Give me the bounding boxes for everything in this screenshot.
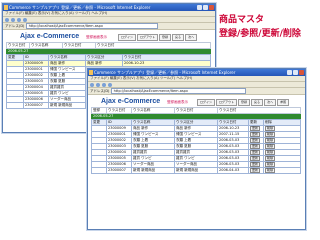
address-bar: アドレス(D) http://localhost/AjaxEcommerce/I… — [3, 23, 215, 30]
page-subtitle: 登録画面表示 — [167, 100, 188, 104]
table-row: 23000007 新規 新規商品 新規 新規商品 2006-04-03 更新 削除 — [91, 167, 301, 174]
update-button[interactable]: 更新 — [250, 132, 261, 137]
table-row: 23000006 ソーダー商品 ソーダー商品 2006-03-03 更新 削除 — [91, 161, 301, 168]
back-icon[interactable] — [5, 18, 9, 22]
back-icon[interactable] — [90, 83, 94, 87]
update-cell: 更新 — [248, 167, 264, 174]
update-button[interactable]: 更新 — [250, 126, 261, 131]
address-input[interactable]: http://localhost/AjaxEcommerce/Item.aspx — [25, 23, 158, 29]
nav-button[interactable]: ログアウト — [216, 99, 238, 106]
forward-icon[interactable] — [96, 83, 100, 87]
row-select-cell[interactable] — [91, 167, 107, 174]
home-icon[interactable] — [23, 18, 27, 22]
search-cell[interactable]: ウラス日付 — [6, 42, 30, 49]
search-cell[interactable]: ウラス日付 — [174, 107, 218, 114]
minimize-icon[interactable] — [197, 5, 202, 10]
nav-button[interactable]: ログイン — [118, 34, 137, 41]
row-select-cell[interactable] — [6, 102, 24, 109]
home-icon[interactable] — [108, 83, 112, 87]
delete-button[interactable]: 削除 — [265, 162, 276, 167]
address-input[interactable]: http://localhost/AjaxEcommerce/Item.aspx — [110, 88, 246, 94]
search-cell[interactable]: ウラス日付 — [62, 42, 96, 49]
caption-title: 商品マスタ — [219, 15, 265, 25]
forward-icon[interactable] — [11, 18, 15, 22]
item-table: 変更 ID ウラス名称 ウラス区分 ウラス日付 更新 削除 23000009 商品… — [91, 119, 301, 174]
window-title: Commerce サンプルアプリ 登録／更新／参照 - Microsoft In… — [94, 70, 236, 75]
nav-button[interactable]: 登録 — [238, 99, 251, 106]
app-header: Ajax e-Commerce 登録画面表示 ログイン ログアウト 登録 戻る … — [91, 97, 302, 107]
refresh-icon[interactable] — [17, 18, 21, 22]
search-row: 登録 ウラス日付 ウラス名称 ウラス日付 ウラス日付 — [91, 107, 301, 114]
maximize-icon[interactable] — [203, 5, 208, 10]
nav-button[interactable]: 戻る — [172, 34, 185, 41]
nav-button[interactable]: 次へ — [185, 34, 198, 41]
update-button[interactable]: 更新 — [250, 168, 261, 173]
item-id: 23000007 — [23, 102, 49, 109]
caption-subtitle: 登録/参照/更新/削除 — [219, 29, 301, 39]
browser-window-front: Commerce サンプルアプリ 登録／更新／参照 - Microsoft In… — [87, 68, 306, 230]
ie-icon — [89, 70, 93, 75]
update-button[interactable]: 更新 — [250, 162, 261, 167]
item-name: 新規 新規商品 — [48, 102, 86, 109]
window-title: Commerce サンプルアプリ 登録／更新／参照 - Microsoft In… — [9, 5, 151, 10]
window-titlebar[interactable]: Commerce サンプルアプリ 登録／更新／参照 - Microsoft In… — [3, 4, 215, 11]
address-bar: アドレス(D) http://localhost/AjaxEcommerce/I… — [88, 88, 305, 95]
delete-button[interactable]: 削除 — [265, 132, 276, 137]
update-button[interactable]: 更新 — [250, 144, 261, 149]
nav-button[interactable]: ログイン — [197, 99, 216, 106]
delete-button[interactable]: 削除 — [265, 156, 276, 161]
delete-button[interactable]: 削除 — [265, 150, 276, 155]
delete-button[interactable]: 削除 — [265, 138, 276, 143]
item-name: 新規 新規商品 — [131, 167, 175, 174]
nav-buttons: ログイン ログアウト 登録 戻る 次へ 参照 — [197, 99, 290, 106]
page-content: Ajax e-Commerce 登録画面表示 ログイン ログアウト 登録 戻る … — [88, 95, 305, 176]
delete-button[interactable]: 削除 — [265, 126, 276, 131]
search-cell[interactable]: ウラス名称 — [131, 107, 175, 114]
item-id: 23000007 — [106, 167, 132, 174]
nav-button[interactable]: 戻る — [251, 99, 264, 106]
item-kind: 新規 新規商品 — [174, 167, 218, 174]
minimize-icon[interactable] — [287, 70, 292, 75]
close-icon[interactable] — [299, 70, 304, 75]
nav-buttons: ログイン ログアウト 登録 戻る 次へ — [118, 34, 198, 41]
search-cell[interactable]: ウラス日付 — [95, 42, 211, 49]
search-cell[interactable]: ウラス日付 — [106, 107, 132, 114]
refresh-icon[interactable] — [102, 83, 106, 87]
table-row: 23000001 帰国 ワンピース 帰国 ワンピース 2007-11-15 更新 削除 — [91, 131, 301, 138]
update-button[interactable]: 更新 — [250, 150, 261, 155]
ie-icon — [4, 5, 8, 10]
nav-button[interactable]: 参照 — [277, 99, 290, 106]
delete-button[interactable]: 削除 — [265, 168, 276, 173]
update-button[interactable]: 更新 — [250, 138, 261, 143]
close-icon[interactable] — [209, 5, 214, 10]
nav-button[interactable]: 登録 — [159, 34, 172, 41]
nav-button[interactable]: ログアウト — [137, 34, 159, 41]
brand-logo: Ajax e-Commerce — [20, 33, 80, 40]
delete-cell: 削除 — [263, 167, 301, 174]
update-button[interactable]: 更新 — [250, 156, 261, 161]
address-label: アドレス(D) — [5, 24, 25, 28]
item-date: 2006-04-03 — [217, 167, 249, 174]
brand-logo: Ajax e-Commerce — [101, 98, 161, 105]
search-cell[interactable]: 登録 — [91, 107, 107, 114]
nav-button[interactable]: 次へ — [264, 99, 277, 106]
maximize-icon[interactable] — [293, 70, 298, 75]
search-cell[interactable]: ウラス名称 — [29, 42, 63, 49]
search-row: ウラス日付 ウラス名称 ウラス日付 ウラス日付 — [6, 42, 211, 49]
address-label: アドレス(D) — [90, 89, 110, 93]
page-subtitle: 登録画面表示 — [86, 35, 107, 39]
app-header: Ajax e-Commerce 登録画面表示 ログイン ログアウト 登録 戻る … — [6, 32, 212, 42]
window-titlebar[interactable]: Commerce サンプルアプリ 登録／更新／参照 - Microsoft In… — [88, 69, 305, 76]
search-cell[interactable]: ウラス日付 — [217, 107, 301, 114]
delete-button[interactable]: 削除 — [265, 144, 276, 149]
